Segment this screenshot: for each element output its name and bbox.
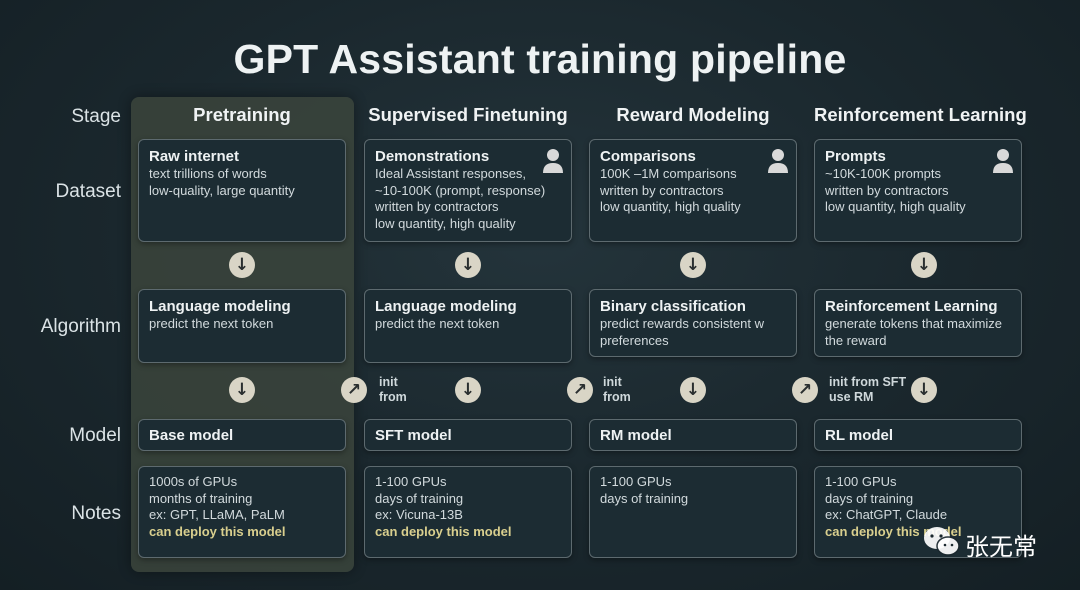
arrow-up-right-icon: ↗ (792, 377, 818, 403)
init-line: init (379, 375, 398, 389)
arrow-down-icon: ↓ (680, 377, 706, 403)
dataset-title: Prompts (825, 148, 886, 165)
dataset-title: Demonstrations (375, 148, 490, 165)
algorithm-box-rm: Binary classification predict rewards co… (589, 289, 797, 357)
arrow-down-icon: ↓ (229, 252, 255, 278)
dataset-line: ~10-100K (prompt, response) (375, 182, 546, 198)
model-name: Base model (149, 427, 234, 444)
algorithm-title: Language modeling (149, 298, 291, 315)
model-box-sft: SFT model (364, 419, 572, 451)
dataset-line: written by contractors (825, 182, 949, 198)
algorithm-box-sft: Language modeling predict the next token (364, 289, 572, 363)
arrow-down-icon: ↓ (911, 377, 937, 403)
dataset-line: low quantity, high quality (825, 199, 966, 214)
arrow-down-icon: ↓ (680, 252, 706, 278)
model-box-rm: RM model (589, 419, 797, 451)
notes-line: 1-100 GPUs (375, 474, 447, 489)
dataset-title: Comparisons (600, 148, 696, 165)
notes-deploy-highlight: can deploy this model (375, 523, 512, 539)
notes-line: months of training (149, 490, 253, 506)
dataset-box-pretraining: Raw internet text trillions of words low… (138, 139, 346, 242)
notes-box-sft: 1-100 GPUs days of training ex: Vicuna-1… (364, 466, 572, 558)
dataset-line: ~10K-100K prompts (825, 166, 941, 181)
algorithm-box-rl: Reinforcement Learning generate tokens t… (814, 289, 1022, 357)
init-label-rm: init from (603, 375, 631, 405)
init-label-rl: init from SFT use RM (829, 375, 906, 405)
algorithm-title: Language modeling (375, 298, 517, 315)
row-label-model: Model (69, 425, 121, 446)
column-header-sft: Supervised Finetuning (368, 104, 568, 125)
row-label-dataset: Dataset (55, 181, 121, 202)
dataset-box-sft: Demonstrations Ideal Assistant responses… (364, 139, 572, 242)
arrow-up-right-icon: ↗ (341, 377, 367, 403)
notes-line: ex: Vicuna-13B (375, 507, 463, 522)
arrow-down-icon: ↓ (229, 377, 255, 403)
model-box-rl: RL model (814, 419, 1022, 451)
arrow-up-right-icon: ↗ (567, 377, 593, 403)
algorithm-box-pretraining: Language modeling predict the next token (138, 289, 346, 363)
notes-line: 1000s of GPUs (149, 474, 238, 489)
notes-line: ex: GPT, LLaMA, PaLM (149, 507, 285, 522)
row-label-algorithm: Algorithm (40, 316, 121, 337)
notes-line: days of training (600, 490, 689, 506)
wechat-icon (924, 527, 960, 556)
row-label-stage: Stage (71, 106, 121, 127)
init-line: use RM (829, 390, 874, 404)
init-label-sft: init from (379, 375, 407, 405)
dataset-title: Raw internet (149, 148, 240, 165)
algorithm-line: predict the next token (375, 316, 500, 331)
model-name: RM model (600, 427, 672, 444)
notes-line: days of training (825, 490, 914, 506)
dataset-box-rm: Comparisons 100K –1M comparisons written… (589, 139, 797, 242)
dataset-box-rl: Prompts ~10K-100K prompts written by con… (814, 139, 1022, 242)
dataset-line: text trillions of words (149, 166, 267, 181)
model-box-pretraining: Base model (138, 419, 346, 451)
page-title: GPT Assistant training pipeline (233, 36, 847, 82)
algorithm-line: preferences (600, 332, 669, 348)
init-line: init from SFT (829, 375, 907, 389)
notes-box-pretraining: 1000s of GPUs months of training ex: GPT… (138, 466, 346, 558)
algorithm-line: predict rewards consistent w (600, 316, 765, 331)
dataset-line: Ideal Assistant responses, (375, 166, 527, 181)
dataset-line: low quantity, high quality (600, 199, 741, 214)
notes-deploy-highlight: can deploy this model (149, 523, 286, 539)
arrow-down-icon: ↓ (455, 252, 481, 278)
init-line: init (603, 375, 622, 389)
algorithm-title: Binary classification (600, 298, 746, 315)
person-icon (543, 149, 563, 173)
init-line: from (379, 390, 407, 404)
dataset-line: low-quality, large quantity (149, 182, 295, 198)
column-header-rl: Reinforcement Learning (814, 104, 1027, 125)
column-header-pretraining: Pretraining (193, 104, 291, 125)
notes-line: ex: ChatGPT, Claude (825, 507, 948, 522)
model-name: SFT model (375, 427, 452, 444)
notes-line: days of training (375, 490, 464, 506)
arrow-down-icon: ↓ (911, 252, 937, 278)
init-line: from (603, 390, 631, 404)
notes-line: 1-100 GPUs (600, 474, 672, 489)
model-name: RL model (825, 427, 894, 444)
watermark-text: 张无常 (965, 533, 1037, 561)
notes-box-rm: 1-100 GPUs days of training (589, 466, 797, 558)
column-header-rm: Reward Modeling (616, 104, 770, 125)
row-label-notes: Notes (71, 503, 121, 524)
algorithm-title: Reinforcement Learning (825, 298, 998, 315)
person-icon (768, 149, 788, 173)
person-icon (993, 149, 1013, 173)
notes-line: 1-100 GPUs (825, 474, 897, 489)
algorithm-line: predict the next token (149, 316, 274, 331)
dataset-line: 100K –1M comparisons (600, 166, 737, 181)
dataset-line: written by contractors (375, 199, 499, 214)
dataset-line: written by contractors (600, 182, 724, 198)
algorithm-line: generate tokens that maximize (825, 316, 1003, 331)
arrow-down-icon: ↓ (455, 377, 481, 403)
dataset-line: low quantity, high quality (375, 215, 516, 231)
algorithm-line: the reward (825, 332, 887, 348)
